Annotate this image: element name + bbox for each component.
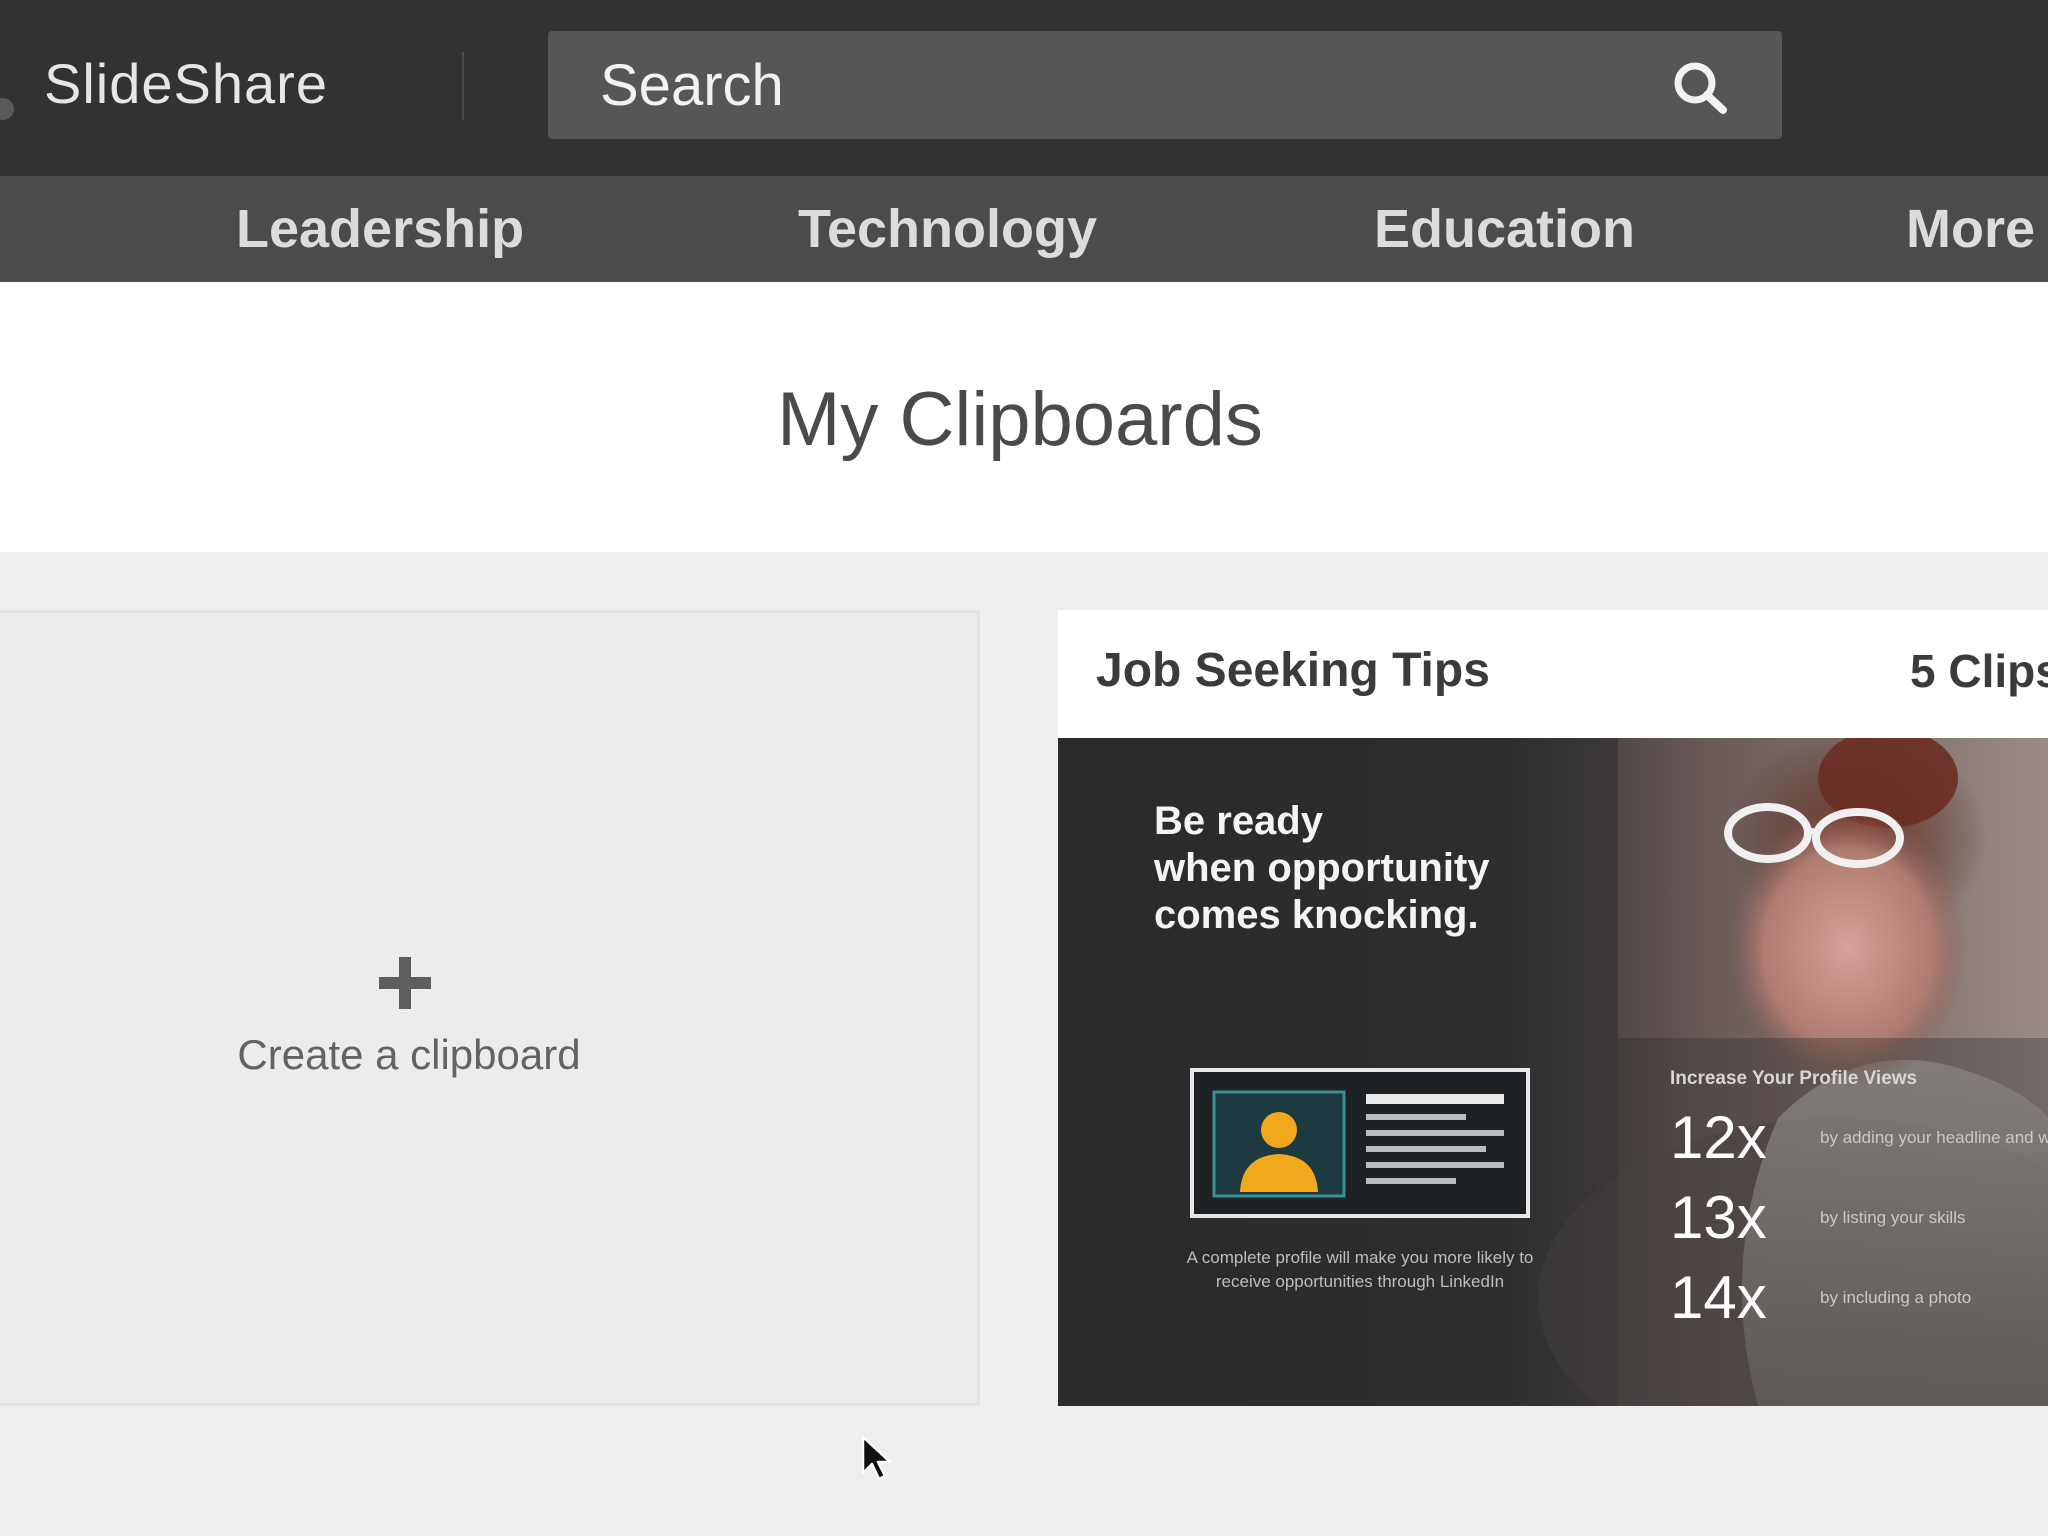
mouse-cursor-icon <box>861 1435 892 1481</box>
create-clipboard-card[interactable]: Create a clipboard <box>0 610 980 1481</box>
profile-card-icon <box>1190 1068 1530 1218</box>
thumbnail-footnote: A complete profile will make you more li… <box>1186 1248 1534 1291</box>
nav-item-more[interactable]: More <box>1906 198 2035 260</box>
clipboard-thumbnail[interactable]: Be ready when opportunity comes knocking… <box>1058 738 2048 1406</box>
search-box[interactable] <box>548 31 1782 139</box>
clipboard-title[interactable]: Job Seeking Tips <box>1096 642 1490 700</box>
search-icon[interactable] <box>1668 57 1732 117</box>
create-clipboard-label: Create a clipboard <box>237 1031 581 1078</box>
page-title: My Clipboards <box>777 377 1263 462</box>
clip-count: 5 Clips <box>1910 645 2048 697</box>
search-input[interactable] <box>600 49 1650 121</box>
top-bar: SlideShare <box>0 0 2048 176</box>
title-band: My Clipboards <box>0 282 2048 552</box>
thumbnail-headline: Be ready when opportunity comes knocking… <box>1154 799 1490 937</box>
stat-row: 13x by listing your skills <box>1670 1184 1966 1251</box>
logo-mark-icon <box>0 98 14 120</box>
stats-heading: Increase Your Profile Views <box>1670 1068 1918 1089</box>
stat-row: 12xby adding your headline and work posi… <box>1670 1104 2048 1171</box>
nav-item-leadership[interactable]: Leadership <box>236 198 524 260</box>
logo-divider <box>462 52 464 120</box>
plus-icon <box>379 957 431 1009</box>
nav-item-education[interactable]: Education <box>1374 198 1635 260</box>
nav-item-technology[interactable]: Technology <box>798 198 1097 260</box>
category-nav: Leadership Technology Education More <box>0 176 2048 282</box>
clipboard-card[interactable]: Job Seeking Tips 5 Clips Be ready when o… <box>1058 610 2048 1406</box>
logo[interactable]: SlideShare <box>44 52 328 116</box>
stat-row: 14x by including a photo <box>1670 1264 1972 1331</box>
